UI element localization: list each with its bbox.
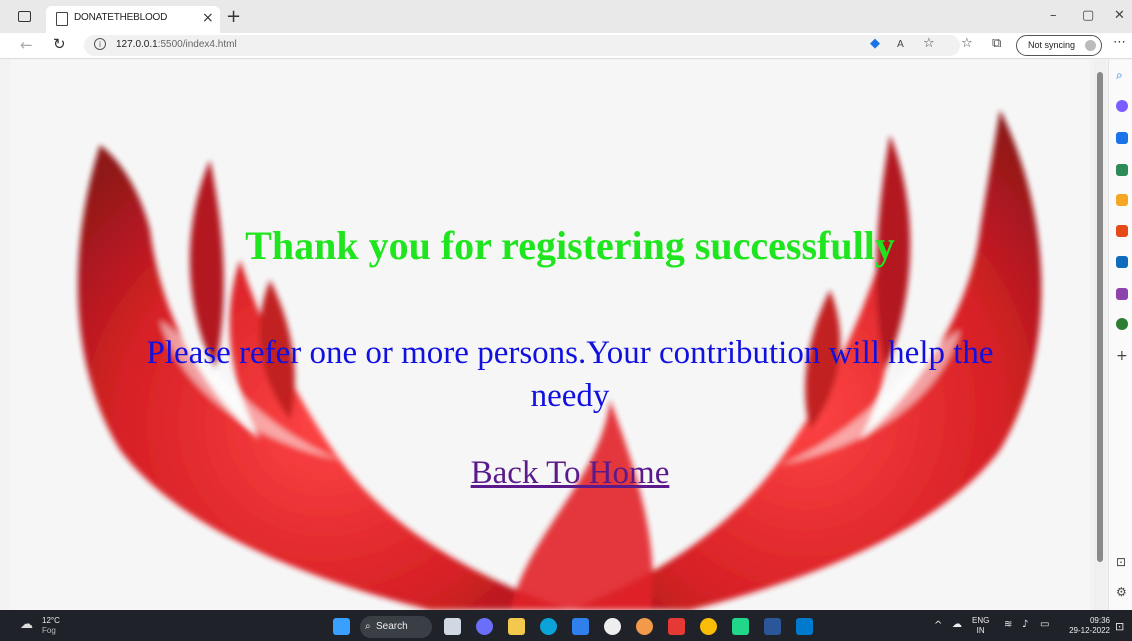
close-tab-icon[interactable]: × bbox=[202, 10, 214, 26]
edge-browser-icon[interactable] bbox=[540, 618, 557, 635]
lang-code: ENG bbox=[972, 616, 990, 625]
restore-icon[interactable]: ▢ bbox=[1082, 8, 1094, 23]
chrome-canary-icon[interactable] bbox=[636, 618, 653, 635]
browser-tab[interactable]: DONATETHEBLOOD × bbox=[46, 6, 220, 33]
search-glass-icon: ⌕ bbox=[365, 621, 371, 632]
tools-icon[interactable] bbox=[1116, 164, 1128, 176]
office-icon[interactable] bbox=[1116, 225, 1128, 237]
back-to-home-link[interactable]: Back To Home bbox=[10, 455, 1090, 492]
region-code: IN bbox=[976, 626, 985, 635]
tab-title: DONATETHEBLOOD bbox=[74, 12, 168, 23]
start-icon[interactable] bbox=[333, 618, 350, 635]
vscode-icon[interactable] bbox=[796, 618, 813, 635]
url-path: :5500/index4.html bbox=[157, 39, 237, 50]
battery-icon[interactable]: ▭ bbox=[1040, 619, 1049, 630]
github-icon[interactable] bbox=[604, 618, 621, 635]
chat-icon[interactable] bbox=[476, 618, 493, 635]
favorite-star-icon[interactable]: ☆ bbox=[923, 36, 935, 51]
wifi-icon[interactable]: ≋ bbox=[1004, 619, 1012, 630]
more-menu-icon[interactable]: ⋯ bbox=[1113, 35, 1126, 50]
minimize-icon[interactable]: – bbox=[1050, 8, 1057, 23]
language-indicator[interactable]: ENG IN bbox=[972, 616, 989, 636]
url-host: 127.0.0.1 bbox=[116, 39, 158, 50]
volume-icon[interactable]: ♪ bbox=[1022, 619, 1028, 630]
games-icon[interactable] bbox=[1116, 194, 1128, 206]
clock[interactable]: 09:36 29-12-2022 bbox=[1060, 616, 1110, 636]
task-view-icon[interactable] bbox=[444, 618, 461, 635]
read-aloud-icon[interactable]: A bbox=[897, 39, 904, 50]
drop-icon[interactable] bbox=[1116, 288, 1128, 300]
tree-icon[interactable] bbox=[1116, 318, 1128, 330]
success-headline: Thank you for registering successfully bbox=[245, 223, 895, 268]
pycharm-icon[interactable] bbox=[732, 618, 749, 635]
new-tab-icon[interactable]: + bbox=[226, 6, 241, 27]
page-viewport: Thank you for registering successfully P… bbox=[10, 60, 1090, 610]
url-text[interactable]: 127.0.0.1:5500/index4.html bbox=[116, 39, 237, 50]
app-shield-icon[interactable] bbox=[668, 618, 685, 635]
outlook-icon[interactable] bbox=[1116, 256, 1128, 268]
close-window-icon[interactable]: ✕ bbox=[1114, 8, 1125, 23]
windows-taskbar bbox=[0, 610, 1132, 641]
tab-actions-icon[interactable] bbox=[18, 11, 31, 22]
taskbar-search-label: Search bbox=[376, 621, 408, 632]
profile-avatar-icon bbox=[1085, 40, 1096, 51]
reload-icon[interactable]: ↻ bbox=[53, 35, 66, 53]
favorites-icon[interactable]: ☆ bbox=[961, 36, 973, 51]
weather-widget[interactable]: ☁ 12°C Fog bbox=[20, 616, 60, 636]
sync-status-button[interactable]: Not syncing bbox=[1016, 35, 1102, 56]
shopping-tag-icon[interactable]: ◆ bbox=[870, 36, 880, 51]
chrome-icon[interactable] bbox=[700, 618, 717, 635]
search-icon[interactable]: ⌕ bbox=[1116, 68, 1123, 83]
clock-date: 29-12-2022 bbox=[1069, 626, 1110, 635]
shopping-icon[interactable] bbox=[1116, 132, 1128, 144]
notifications-icon[interactable]: ⊡ bbox=[1115, 620, 1124, 633]
sidebar-settings-icon[interactable]: ⚙ bbox=[1116, 585, 1127, 599]
site-info-icon[interactable]: i bbox=[94, 38, 106, 50]
clock-time: 09:36 bbox=[1089, 616, 1110, 625]
add-sidebar-app-icon[interactable]: + bbox=[1116, 348, 1128, 364]
word-icon[interactable] bbox=[764, 618, 781, 635]
collections-icon[interactable]: ⧉ bbox=[992, 36, 1001, 51]
copilot-icon[interactable] bbox=[1116, 100, 1128, 112]
file-explorer-icon[interactable] bbox=[508, 618, 525, 635]
tray-chevron-icon[interactable]: ^ bbox=[934, 620, 942, 631]
hide-sidebar-icon[interactable]: ⊡ bbox=[1116, 555, 1126, 569]
tray-cloud-icon[interactable]: ☁ bbox=[952, 619, 962, 630]
taskbar-search[interactable]: ⌕ Search bbox=[360, 616, 432, 638]
scrollbar-thumb[interactable] bbox=[1097, 72, 1103, 562]
sync-label: Not syncing bbox=[1028, 40, 1076, 50]
store-icon[interactable] bbox=[572, 618, 589, 635]
cloud-icon: ☁ bbox=[20, 616, 33, 631]
referral-message: Please refer one or more persons.Your co… bbox=[146, 335, 994, 414]
page-icon bbox=[56, 12, 68, 26]
back-arrow-icon[interactable]: ← bbox=[20, 36, 33, 54]
